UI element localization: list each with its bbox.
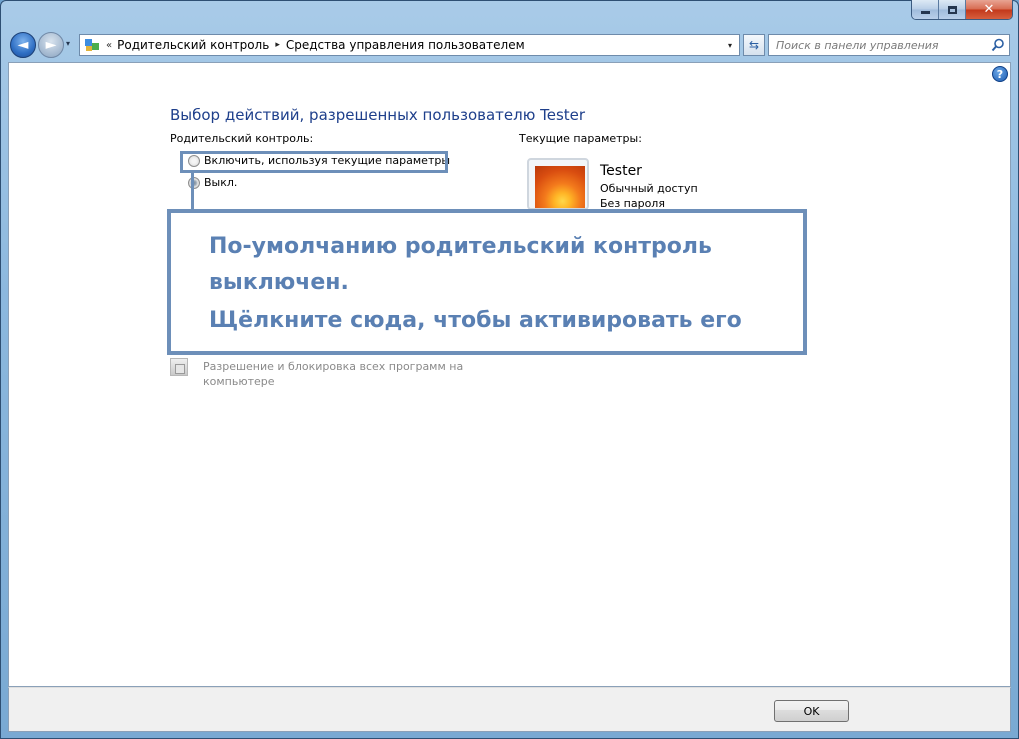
- current-params-label: Текущие параметры:: [519, 132, 642, 145]
- callout-connector: [191, 173, 194, 209]
- close-icon: ✕: [983, 2, 995, 17]
- refresh-button[interactable]: ⇆: [743, 34, 765, 56]
- footer-bar: OK: [8, 687, 1011, 732]
- minimize-button[interactable]: [912, 0, 939, 19]
- radio-off-option[interactable]: Выкл.: [188, 176, 237, 189]
- caption-buttons: ✕: [911, 0, 1013, 20]
- magnifier-icon[interactable]: [991, 38, 1005, 52]
- flower-picture: [535, 166, 585, 208]
- callout-line2: выключен.: [209, 270, 349, 295]
- content-area: ? Выбор действий, разрешенных пользовате…: [8, 62, 1011, 687]
- minimize-icon: [920, 11, 930, 14]
- refresh-icon: ⇆: [748, 38, 760, 52]
- maximize-button[interactable]: [939, 0, 966, 19]
- maximize-icon: [947, 5, 957, 14]
- address-dropdown-button[interactable]: ▾: [721, 35, 739, 55]
- forward-button[interactable]: ►: [38, 32, 64, 58]
- navigation-bar: ◄ ► ▾ « Родительский контроль ▸ Средства…: [8, 31, 1011, 59]
- programs-description-line2[interactable]: компьютере: [203, 374, 275, 389]
- close-button[interactable]: ✕: [966, 0, 1012, 19]
- arrow-right-icon: ►: [45, 37, 57, 53]
- user-avatar: [527, 158, 589, 210]
- breadcrumb-separator-icon[interactable]: ▸: [275, 40, 280, 50]
- breadcrumb-user-controls[interactable]: Средства управления пользователем: [286, 38, 525, 52]
- ok-button[interactable]: OK: [774, 700, 849, 722]
- highlight-box: [180, 151, 448, 173]
- arrow-left-icon: ◄: [17, 37, 29, 53]
- search-box[interactable]: [768, 34, 1010, 56]
- user-account-type: Обычный доступ: [600, 182, 698, 195]
- radio-off-label[interactable]: Выкл.: [204, 176, 237, 189]
- help-icon[interactable]: ?: [992, 66, 1008, 82]
- radio-off[interactable]: [188, 176, 200, 189]
- callout-line1: По-умолчанию родительский контроль: [209, 234, 712, 259]
- programs-icon: [170, 358, 188, 376]
- programs-description-line1[interactable]: Разрешение и блокировка всех программ на: [203, 359, 463, 374]
- tutorial-callout: По-умолчанию родительский контроль выклю…: [167, 209, 807, 355]
- parental-control-label: Родительский контроль:: [170, 132, 314, 145]
- recent-pages-dropdown[interactable]: ▾: [66, 39, 70, 48]
- breadcrumb-parental-control[interactable]: Родительский контроль: [117, 38, 269, 52]
- callout-line3: Щёлкните сюда, чтобы активировать его: [209, 308, 742, 333]
- page-title: Выбор действий, разрешенных пользователю…: [170, 106, 586, 124]
- address-bar[interactable]: « Родительский контроль ▸ Средства управ…: [79, 34, 740, 56]
- control-panel-icon: [84, 37, 100, 53]
- search-input[interactable]: [769, 35, 989, 55]
- breadcrumb-overflow-chevron[interactable]: «: [106, 40, 112, 51]
- user-name: Tester: [600, 163, 642, 179]
- back-button[interactable]: ◄: [10, 32, 36, 58]
